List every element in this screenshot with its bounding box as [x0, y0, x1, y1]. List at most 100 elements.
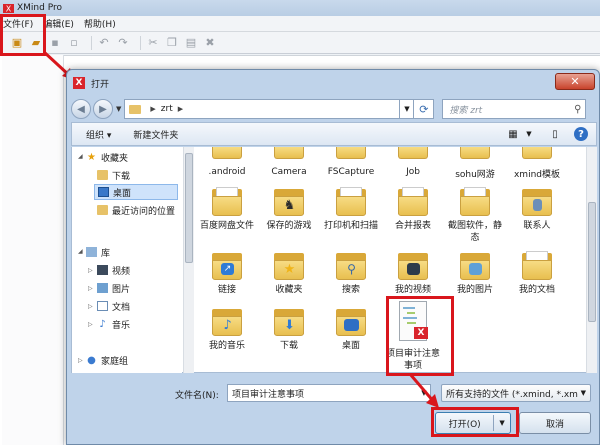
recent-places-icon [97, 205, 108, 215]
folder-contacts[interactable]: 联系人 [506, 187, 568, 232]
refresh-icon[interactable]: ⟳ [414, 99, 435, 119]
collapse-triangle-icon[interactable]: ▷ [78, 357, 83, 364]
expand-triangle-icon[interactable]: ◢ [78, 153, 83, 160]
filetype-select[interactable]: 所有支持的文件 (*.xmind, *.xm ▼ [441, 384, 591, 402]
paste-icon[interactable]: ▤ [184, 36, 198, 50]
nav-documents[interactable]: 文档 [97, 298, 130, 314]
folder-merged-reports[interactable]: 合并报表 [382, 187, 444, 232]
nav-pictures[interactable]: 图片 [97, 280, 130, 296]
menu-help[interactable]: 帮助(H) [84, 17, 116, 30]
nav-libraries[interactable]: 库 [86, 244, 110, 260]
folder-printers-scanners[interactable]: 打印机和扫描 [320, 187, 382, 232]
address-dropdown-icon[interactable]: ▼ [400, 99, 415, 119]
folder-baidu-netdisk[interactable]: 百度网盘文件 [196, 187, 258, 232]
folder-my-music[interactable]: ♪ 我的音乐 [196, 307, 258, 352]
collapse-triangle-icon[interactable]: ▷ [88, 321, 93, 328]
view-controls: ▦ ▼ ▯ ? [494, 127, 588, 141]
folder-fscapture[interactable]: FSCapture [320, 167, 382, 177]
folder-job[interactable]: Job [382, 167, 444, 177]
folder-my-pictures[interactable]: 我的图片 [444, 251, 506, 296]
folder-screenshot-software[interactable]: 截图软件，静态 [444, 187, 506, 244]
desktop-icon [98, 187, 109, 197]
history-dropdown-icon[interactable]: ▼ [116, 105, 121, 113]
delete-icon[interactable]: ✖ [203, 36, 217, 50]
help-icon[interactable]: ? [574, 127, 588, 141]
preview-pane-icon[interactable]: ▯ [548, 127, 562, 141]
folder-links[interactable]: ↗ 链接 [196, 251, 258, 296]
collapse-triangle-icon[interactable]: ▷ [88, 267, 93, 274]
view-dropdown-icon[interactable]: ▼ [522, 127, 536, 141]
collapse-triangle-icon[interactable]: ▷ [88, 285, 93, 292]
folder-my-videos[interactable]: 我的视频 [382, 251, 444, 296]
folder-sohu[interactable]: sohu网游 [444, 167, 506, 180]
expand-triangle-icon[interactable]: ◢ [78, 248, 83, 255]
address-bar[interactable]: ▶ zrt ▶ [124, 99, 401, 119]
nav-recent[interactable]: 最近访问的位置 [97, 202, 175, 218]
search-input[interactable]: 搜索 zrt ⚲ [442, 99, 587, 119]
folder-icon [210, 187, 244, 217]
dialog-title-bar: X 打开 [67, 70, 599, 96]
folder-saved-games[interactable]: ♞ 保存的游戏 [258, 187, 320, 232]
close-button[interactable]: ✕ [555, 73, 595, 90]
folder-label: 保存的游戏 [266, 221, 312, 231]
svg-text:X: X [6, 4, 12, 13]
breadcrumb-separator-icon[interactable]: ▶ [178, 105, 183, 113]
collapse-triangle-icon[interactable]: ▷ [88, 303, 93, 310]
nav-homegroup[interactable]: ● 家庭组 [86, 352, 128, 368]
nav-music[interactable]: ♪ 音乐 [97, 316, 130, 332]
folder-label: 我的音乐 [208, 341, 245, 351]
nav-downloads[interactable]: 下载 [97, 167, 130, 183]
menu-edit[interactable]: 编辑(E) [43, 17, 74, 30]
breadcrumb-zrt[interactable]: zrt [161, 104, 173, 114]
nav-favorites-label: 收藏夹 [101, 153, 129, 164]
folder-android[interactable]: .android [196, 167, 258, 177]
folder-icon [458, 187, 492, 217]
nav-downloads-label: 下载 [112, 171, 131, 182]
folder-my-documents[interactable]: 我的文档 [506, 251, 568, 296]
nav-scroll-thumb[interactable] [185, 153, 193, 263]
nav-libraries-label: 库 [101, 248, 111, 259]
organize-button[interactable]: 组织 ▾ [86, 128, 111, 141]
folder-icon [398, 147, 428, 159]
nav-favorites[interactable]: ★ 收藏夹 [86, 149, 128, 165]
xmind-logo-icon: X [3, 3, 14, 13]
copy-icon[interactable]: ❐ [165, 36, 179, 50]
address-row: ◀ ▶ ▼ ▶ zrt ▶ ▼ ⟳ 搜索 zrt ⚲ [71, 97, 597, 121]
menu-bar: 文件(F) 编辑(E) 帮助(H) [0, 16, 600, 32]
toolbar-divider [91, 35, 92, 50]
download-folder-icon: ⬇ [272, 307, 306, 337]
nav-scrollbar[interactable] [183, 147, 194, 373]
main-toolbar: ▣ ▰ ▪ ▫ ↶ ↷ ✂ ❐ ▤ ✖ [0, 32, 600, 54]
nav-videos-label: 视频 [112, 266, 131, 277]
cut-icon[interactable]: ✂ [146, 36, 160, 50]
filename-input[interactable]: 项目审计注意事项 [227, 384, 431, 402]
folder-searches[interactable]: ⚲ 搜索 [320, 251, 382, 296]
browser-content: ◢ ★ 收藏夹 下载 桌面 最近访问的位置 ◢ 库 ▷ 视频 ▷ 图片 ▷ 文档… [71, 147, 597, 373]
breadcrumb-separator-icon[interactable]: ▶ [150, 105, 155, 113]
chess-folder-icon: ♞ [272, 187, 306, 217]
files-scrollbar[interactable] [586, 147, 597, 373]
redo-icon[interactable]: ↷ [116, 36, 130, 50]
cancel-button[interactable]: 取消 [519, 412, 591, 434]
folder-label: 合并报表 [394, 221, 431, 231]
folder-downloads[interactable]: ⬇ 下载 [258, 307, 320, 352]
command-bar: 组织 ▾ 新建文件夹 ▦ ▼ ▯ ? [71, 122, 597, 146]
files-scroll-thumb[interactable] [588, 202, 596, 322]
folder-favorites[interactable]: ★ 收藏夹 [258, 251, 320, 296]
nav-desktop[interactable]: 桌面 [94, 184, 178, 200]
folder-icon [460, 147, 490, 159]
folder-desktop[interactable]: 桌面 [320, 307, 382, 352]
folder-camera[interactable]: Camera [258, 167, 320, 177]
forward-arrow-icon[interactable]: ▶ [93, 99, 113, 119]
undo-icon[interactable]: ↶ [97, 36, 111, 50]
annotation-arrow-icon [408, 373, 439, 408]
folder-label: 收藏夹 [275, 285, 303, 295]
back-arrow-icon[interactable]: ◀ [71, 99, 91, 119]
nav-videos[interactable]: 视频 [97, 262, 130, 278]
view-mode-icon[interactable]: ▦ [506, 127, 520, 141]
video-library-icon [97, 265, 108, 275]
folder-xmind-templates[interactable]: xmind模板 [506, 167, 568, 180]
new-folder-button[interactable]: 新建文件夹 [133, 128, 178, 141]
nav-recent-label: 最近访问的位置 [112, 206, 176, 217]
folder-label: 我的视频 [394, 285, 431, 295]
